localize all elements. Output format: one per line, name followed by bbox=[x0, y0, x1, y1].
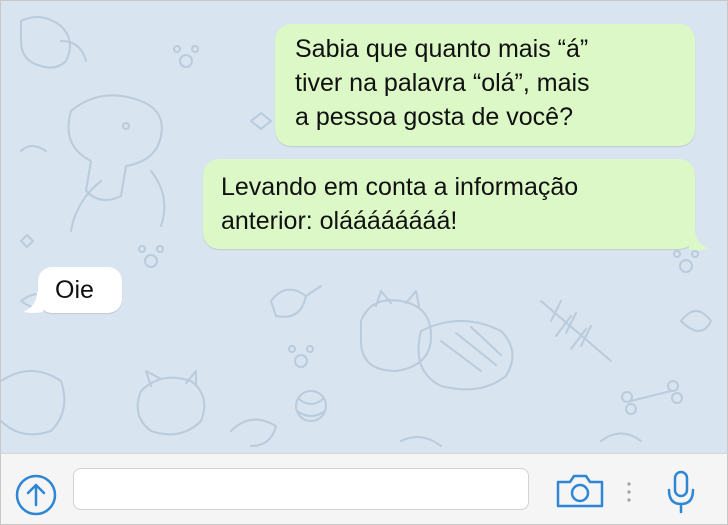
message-line: Levando em conta a informação bbox=[221, 173, 579, 201]
vertical-dots-divider bbox=[627, 482, 631, 502]
message-line: Oie bbox=[55, 276, 94, 304]
outgoing-message-bubble: Sabia que quanto mais “á” tiver na palav… bbox=[275, 24, 695, 146]
outgoing-bubble-tail bbox=[689, 229, 709, 250]
message-line: anterior: oláááááááá! bbox=[221, 207, 458, 235]
message-input[interactable] bbox=[73, 468, 529, 510]
incoming-message-bubble: Oie bbox=[38, 267, 122, 313]
microphone-icon[interactable] bbox=[665, 470, 697, 514]
message-composer bbox=[1, 453, 727, 524]
message-text: Oie bbox=[55, 273, 94, 307]
upload-arrow-icon[interactable] bbox=[15, 474, 57, 516]
outgoing-message-bubble: Levando em conta a informação anterior: … bbox=[203, 159, 695, 249]
message-text: Sabia que quanto mais “á” tiver na palav… bbox=[295, 32, 590, 134]
incoming-bubble-tail bbox=[23, 292, 43, 313]
camera-icon[interactable] bbox=[555, 473, 605, 509]
message-line: Sabia que quanto mais “á” bbox=[295, 35, 589, 63]
message-text: Levando em conta a informação anterior: … bbox=[221, 170, 578, 238]
chat-window: Sabia que quanto mais “á” tiver na palav… bbox=[0, 0, 728, 525]
message-line: a pessoa gosta de você? bbox=[295, 103, 573, 131]
message-line: tiver na palavra “olá”, mais bbox=[295, 69, 590, 97]
